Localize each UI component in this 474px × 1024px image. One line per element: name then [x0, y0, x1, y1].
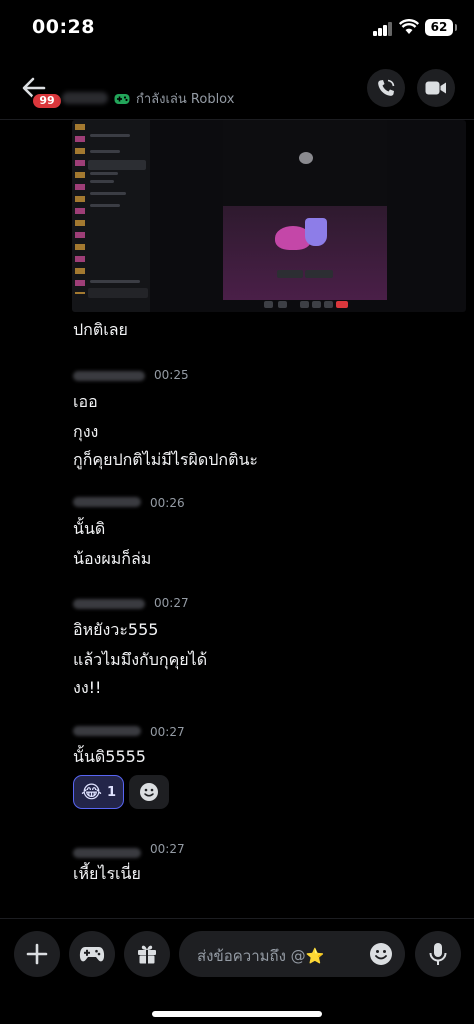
message-text: แล้วไมมึงกับกุคุยได้	[73, 650, 208, 669]
phone-icon	[378, 79, 395, 96]
message-timestamp: 00:27	[154, 596, 189, 610]
message-text: อิหยังวะ555	[73, 620, 159, 639]
video-camera-icon	[425, 81, 446, 95]
add-attachment-button[interactable]	[14, 931, 60, 977]
attachment-sidebar-preview	[72, 120, 150, 312]
author-name-redacted[interactable]	[73, 726, 141, 736]
author-name-redacted[interactable]	[73, 848, 141, 858]
gamepad-icon	[114, 93, 130, 104]
message-text: น้องผมก็ล่ม	[73, 549, 152, 568]
message-text: งง!!	[73, 678, 102, 697]
gift-icon	[138, 945, 156, 964]
image-attachment[interactable]	[72, 120, 466, 312]
message-text: กุงง	[73, 422, 99, 441]
message-timestamp: 00:27	[150, 725, 185, 739]
wifi-icon	[399, 19, 419, 34]
laughing-emoji-icon: 😂	[80, 781, 102, 803]
cellular-signal-icon	[373, 22, 393, 36]
add-reaction-button[interactable]	[129, 775, 169, 809]
video-call-button[interactable]	[417, 69, 455, 107]
message-text: ปกติเลย	[73, 320, 128, 339]
message-input[interactable]: ส่งข้อความถึง @⭐	[179, 931, 405, 977]
message-input-placeholder: ส่งข้อความถึง @⭐	[197, 947, 325, 965]
reaction-chip[interactable]: 😂 1	[73, 775, 124, 809]
voice-call-button[interactable]	[367, 69, 405, 107]
gamepad-icon	[79, 947, 105, 962]
unread-badge: 99	[31, 92, 63, 110]
status-time: 00:28	[32, 16, 95, 38]
author-name-redacted[interactable]	[73, 599, 145, 609]
plus-icon	[26, 943, 48, 965]
dm-username-redacted[interactable]	[62, 92, 108, 104]
message-list[interactable]: ปกติเลย 00:25 เออ กุงง กูก็คุยปกติไม่มีไ…	[0, 120, 474, 920]
home-indicator	[152, 1011, 322, 1017]
message-timestamp: 00:26	[150, 496, 185, 510]
message-text: นั้นดิ	[73, 519, 106, 538]
voice-message-button[interactable]	[415, 931, 461, 977]
message-text: กูก็คุยปกติไม่มีไรผิดปกตินะ	[73, 450, 258, 469]
attachment-stream-preview	[223, 206, 387, 300]
message-text: เออ	[73, 392, 98, 411]
author-name-redacted[interactable]	[73, 497, 141, 507]
activity-status: กำลังเล่น Roblox	[114, 88, 234, 109]
chat-header: 99 กำลังเล่น Roblox	[0, 58, 474, 120]
reaction-count: 1	[107, 784, 117, 800]
microphone-icon	[429, 943, 447, 965]
status-bar: 00:28 62	[0, 0, 474, 58]
activity-text: กำลังเล่น Roblox	[136, 92, 235, 107]
smiley-icon[interactable]	[369, 942, 393, 966]
attachment-main-preview	[223, 120, 387, 206]
message-timestamp: 00:27	[150, 842, 185, 856]
activities-button[interactable]	[69, 931, 115, 977]
message-composer: ส่งข้อความถึง @⭐	[0, 918, 474, 1024]
battery-indicator: 62	[425, 19, 457, 36]
gift-button[interactable]	[124, 931, 170, 977]
smiley-icon	[140, 783, 158, 801]
author-name-redacted[interactable]	[73, 371, 145, 381]
message-text: นั้นดิ5555	[73, 747, 146, 766]
message-timestamp: 00:25	[154, 368, 189, 382]
message-text: เหี้ยไรเนี่ย	[73, 864, 141, 883]
